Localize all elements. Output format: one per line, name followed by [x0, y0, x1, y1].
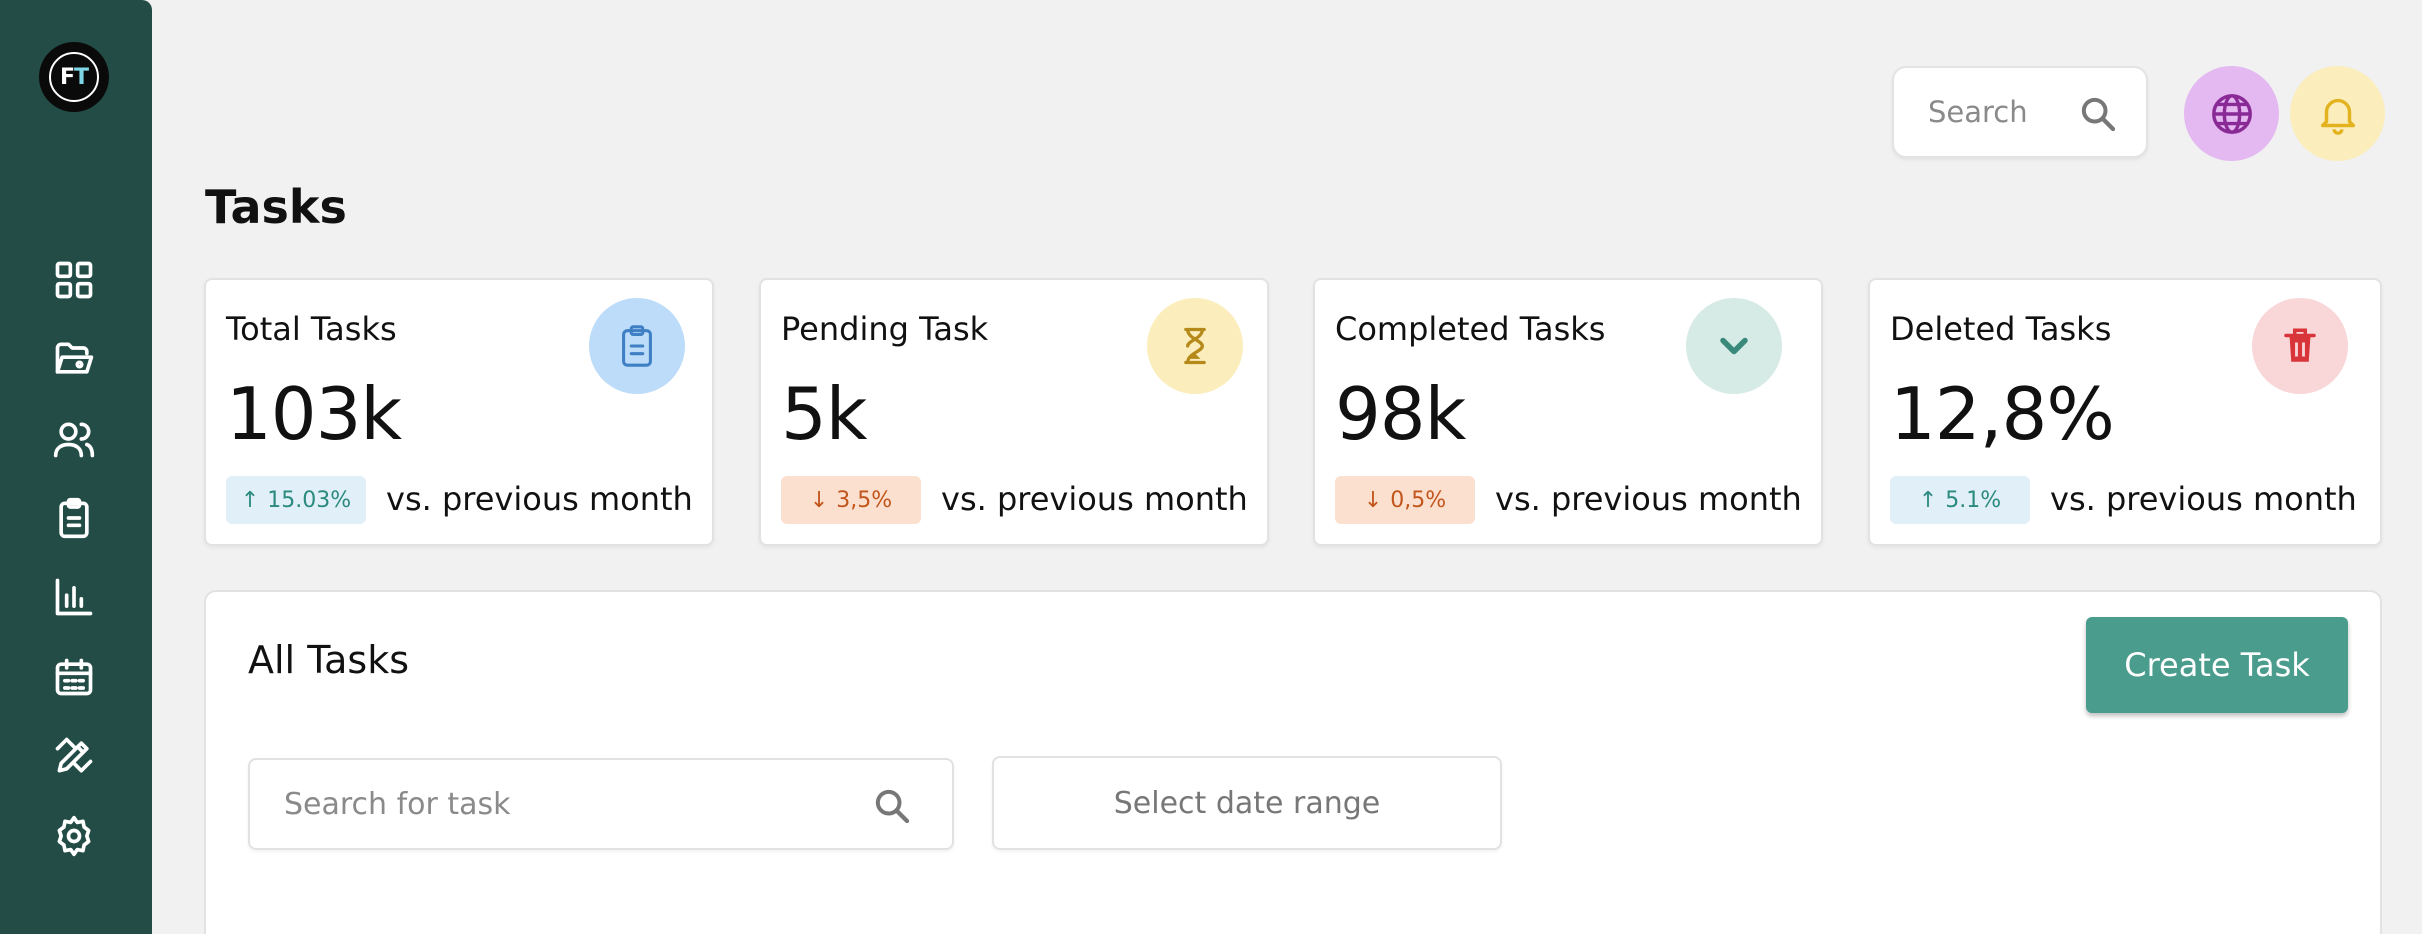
sidebar-item-settings[interactable] — [50, 812, 98, 860]
compare-text: vs. previous month — [941, 480, 1248, 518]
change-value: 0,5% — [1390, 487, 1447, 513]
arrow-down-icon: ↓ — [809, 487, 829, 513]
folder-icon — [55, 342, 94, 374]
sidebar-item-dashboard[interactable] — [50, 256, 98, 304]
global-search[interactable] — [1892, 66, 2148, 158]
sidebar: FT — [0, 0, 152, 934]
stat-value: 98k — [1335, 372, 1466, 456]
date-range-picker[interactable]: Select date range — [992, 756, 1502, 850]
arrow-down-icon: ↓ — [1363, 487, 1383, 513]
clipboard-icon — [59, 497, 89, 539]
sidebar-item-projects[interactable] — [50, 335, 98, 383]
change-badge: ↑ 5.1% — [1890, 476, 2030, 524]
page-title: Tasks — [205, 180, 347, 234]
search-icon[interactable] — [872, 786, 912, 826]
stat-card-pending-task: Pending Task 5k ↓ 3,5% vs. previous mont… — [759, 278, 1269, 546]
task-search[interactable] — [248, 758, 954, 850]
stat-icon-wrap — [1147, 298, 1243, 394]
stat-card-completed-tasks: Completed Tasks 98k ↓ 0,5% vs. previous … — [1313, 278, 1823, 546]
settings-gear-icon — [57, 815, 91, 857]
arrow-up-icon: ↑ — [1918, 487, 1938, 513]
stat-icon-wrap — [589, 298, 685, 394]
users-icon — [53, 422, 95, 458]
notifications-button[interactable] — [2290, 66, 2385, 161]
sidebar-item-calendar[interactable] — [50, 653, 98, 701]
sidebar-item-reports[interactable] — [50, 573, 98, 621]
bell-icon — [2320, 98, 2355, 135]
stat-icon-wrap — [1686, 298, 1782, 394]
all-tasks-title: All Tasks — [248, 638, 409, 682]
calendar-icon — [55, 658, 93, 696]
global-search-input[interactable] — [1928, 95, 2068, 129]
change-badge: ↓ 3,5% — [781, 476, 921, 524]
stat-card-total-tasks: Total Tasks 103k ↑ 15.03% vs. previous m… — [204, 278, 714, 546]
compare-text: vs. previous month — [386, 480, 693, 518]
stat-label: Deleted Tasks — [1890, 310, 2112, 348]
arrow-up-icon: ↑ — [240, 487, 260, 513]
change-value: 15.03% — [267, 487, 352, 513]
stat-card-deleted-tasks: Deleted Tasks 12,8% ↑ 5.1% vs. previous … — [1868, 278, 2382, 546]
stat-value: 12,8% — [1890, 372, 2115, 456]
compare-text: vs. previous month — [1495, 480, 1802, 518]
stat-label: Completed Tasks — [1335, 310, 1606, 348]
all-tasks-panel: All Tasks Create Task Select date range — [204, 590, 2382, 934]
stat-label: Pending Task — [781, 310, 989, 348]
language-button[interactable] — [2184, 66, 2279, 161]
stat-value: 103k — [226, 372, 402, 456]
task-search-input[interactable] — [284, 786, 844, 822]
chevron-down-icon — [1720, 337, 1748, 355]
stat-value: 5k — [781, 372, 868, 456]
hourglass-icon — [1184, 327, 1206, 365]
logo[interactable]: FT — [39, 42, 109, 112]
change-value: 5.1% — [1945, 487, 2002, 513]
trash-icon — [2284, 328, 2316, 362]
search-icon[interactable] — [2078, 94, 2118, 134]
stat-label: Total Tasks — [226, 310, 397, 348]
sidebar-item-tasks[interactable] — [50, 494, 98, 542]
logo-mark: FT — [49, 52, 99, 102]
dashboard-grid-icon — [55, 261, 93, 299]
change-value: 3,5% — [836, 487, 893, 513]
change-badge: ↑ 15.03% — [226, 476, 366, 524]
sidebar-item-users[interactable] — [50, 415, 98, 463]
sidebar-item-design[interactable] — [50, 732, 98, 780]
globe-icon — [2211, 93, 2252, 134]
create-task-button[interactable]: Create Task — [2086, 617, 2348, 713]
stat-icon-wrap — [2252, 298, 2348, 394]
change-badge: ↓ 0,5% — [1335, 476, 1475, 524]
clipboard-icon — [622, 325, 652, 367]
compare-text: vs. previous month — [2050, 480, 2357, 518]
bar-chart-icon — [55, 578, 93, 616]
design-tools-icon — [55, 737, 93, 773]
